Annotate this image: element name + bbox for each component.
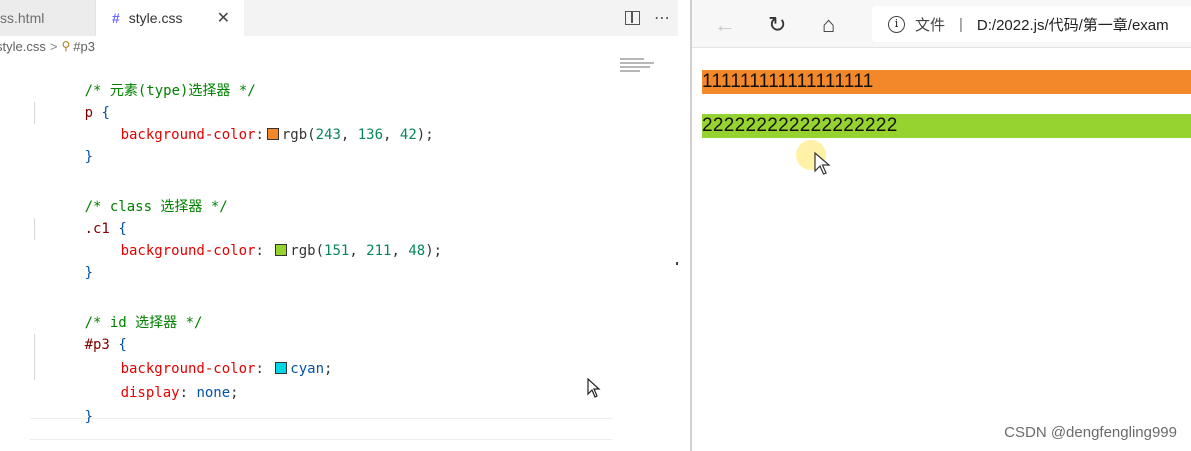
number: 42 — [399, 127, 417, 143]
tab-label: ss.html — [0, 10, 45, 26]
css-file-icon: # — [112, 10, 120, 26]
breadcrumb-symbol[interactable]: #p3 — [73, 39, 95, 54]
comment: /* 元素(type)选择器 */ — [84, 83, 256, 99]
address-separator: | — [959, 15, 963, 33]
browser-toolbar: ← ↻ ⌂ i 文件 | D:/2022.js/代码/第一章/exam — [692, 0, 1191, 48]
code-line-6: /* class 选择器 */ — [34, 174, 228, 215]
code-line-7: .c1 { — [34, 196, 127, 237]
watermark: CSDN @dengfengling999 — [1004, 424, 1177, 441]
selector-icon: ⚲ — [61, 39, 71, 53]
code-line-15: } — [34, 384, 93, 425]
editor-actions: ⋯ — [625, 0, 670, 36]
code-line-2: p { — [34, 80, 110, 121]
code-line-9: } — [34, 240, 93, 281]
breadcrumb: style.css > ⚲ #p3 — [0, 36, 678, 56]
breadcrumb-file[interactable]: style.css — [0, 39, 46, 54]
color-swatch[interactable] — [275, 244, 288, 256]
number: 211 — [366, 243, 392, 259]
brace: } — [84, 149, 94, 165]
code-line-11: /* id 选择器 */ — [34, 290, 203, 331]
css-value: cyan — [290, 361, 325, 377]
paragraph-2: 222222222222222222 — [702, 114, 1191, 138]
tab-html-file[interactable]: ss.html — [0, 0, 96, 36]
number: 48 — [408, 243, 426, 259]
brace: } — [84, 409, 94, 425]
protocol-label: 文件 — [915, 16, 946, 34]
close-icon[interactable]: ✕ — [217, 8, 230, 28]
number: 136 — [357, 127, 384, 143]
number: 243 — [315, 127, 341, 143]
address-bar[interactable]: i 文件 | D:/2022.js/代码/第一章/exam — [872, 6, 1191, 42]
css-property: background-color — [120, 127, 256, 143]
code-line-4: } — [34, 124, 93, 165]
code-line-14: display: none; — [120, 385, 239, 401]
css-property: background-color — [120, 243, 256, 259]
code-line-12: #p3 { — [34, 312, 127, 353]
code-line-1: /* 元素(type)选择器 */ — [34, 58, 256, 99]
color-swatch[interactable] — [275, 362, 288, 374]
page-viewport: 111111111111111111 222222222222222222 CS… — [692, 48, 1191, 451]
scrollbar-marker[interactable] — [676, 262, 678, 265]
css-property: display — [120, 385, 180, 401]
code-line-13: background-color: cyan; — [120, 361, 333, 377]
code-line-3: background-color: rgb(243, 136, 42); — [120, 127, 434, 143]
url-text[interactable]: D:/2022.js/代码/第一章/exam — [977, 14, 1169, 35]
current-line-highlight — [30, 418, 612, 440]
number: 151 — [324, 243, 350, 259]
browser-window: ← ↻ ⌂ i 文件 | D:/2022.js/代码/第一章/exam 1111… — [690, 0, 1191, 451]
breadcrumb-separator: > — [49, 38, 58, 54]
back-arrow-icon[interactable]: ← — [714, 12, 736, 38]
info-icon[interactable]: i — [888, 15, 905, 33]
tab-label: style.css — [128, 10, 183, 26]
more-actions-icon[interactable]: ⋯ — [654, 8, 670, 28]
tab-style-css[interactable]: # style.css ✕ — [96, 0, 244, 36]
css-value: none — [196, 385, 231, 401]
brace: } — [84, 265, 94, 281]
reload-icon[interactable]: ↻ — [768, 12, 786, 38]
minimap[interactable] — [620, 58, 660, 88]
color-swatch[interactable] — [266, 128, 279, 140]
code-line-8: background-color: rgb(151, 211, 48); — [120, 243, 443, 259]
color-function: rgb( — [281, 127, 316, 143]
paragraph-1: 111111111111111111 — [702, 70, 1191, 94]
home-icon[interactable]: ⌂ — [822, 12, 835, 38]
split-editor-icon[interactable] — [625, 11, 640, 25]
code-editor: ss.html # style.css ✕ ⋯ style.css > ⚲ #p… — [0, 0, 678, 451]
editor-tab-bar: ss.html # style.css ✕ ⋯ — [0, 0, 678, 36]
color-function: rgb( — [290, 243, 325, 259]
